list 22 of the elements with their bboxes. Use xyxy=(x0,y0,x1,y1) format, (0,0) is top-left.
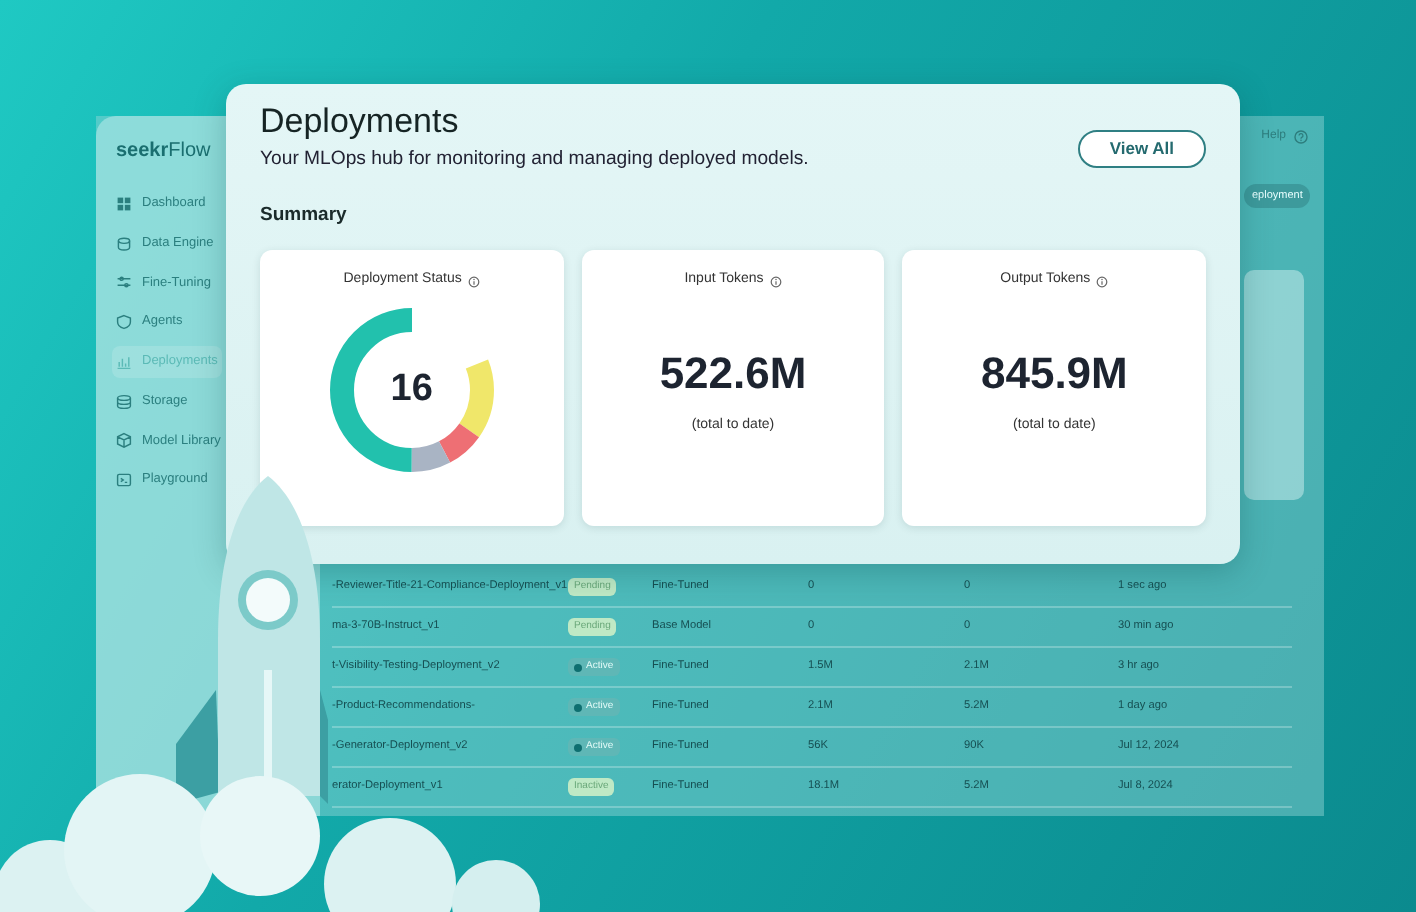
info-icon[interactable] xyxy=(1096,275,1109,288)
page-title: Deployments xyxy=(260,104,459,142)
sliders-icon xyxy=(116,274,132,291)
status-dot-icon xyxy=(574,743,582,751)
status-dot-icon xyxy=(574,663,582,671)
metric-value: 522.6M xyxy=(659,351,807,396)
terminal-icon xyxy=(116,472,132,489)
page-subtitle: Your MLOps hub for monitoring and managing deployed models. xyxy=(260,145,809,174)
cylinder-icon xyxy=(116,393,132,410)
chart-icon xyxy=(116,353,132,370)
status-dot-icon xyxy=(574,703,582,711)
shield-icon xyxy=(116,314,132,331)
grid-icon xyxy=(116,195,132,212)
section-title: Summary xyxy=(260,202,349,231)
cube-icon xyxy=(116,432,132,449)
metric-value: 16 xyxy=(390,365,433,414)
logo: seekrFlow xyxy=(116,138,211,166)
database-icon xyxy=(116,235,132,252)
view-all-button[interactable]: View All xyxy=(1077,130,1206,168)
info-icon[interactable] xyxy=(769,275,782,288)
info-icon[interactable] xyxy=(467,275,480,288)
metric-value: 845.9M xyxy=(980,351,1128,396)
